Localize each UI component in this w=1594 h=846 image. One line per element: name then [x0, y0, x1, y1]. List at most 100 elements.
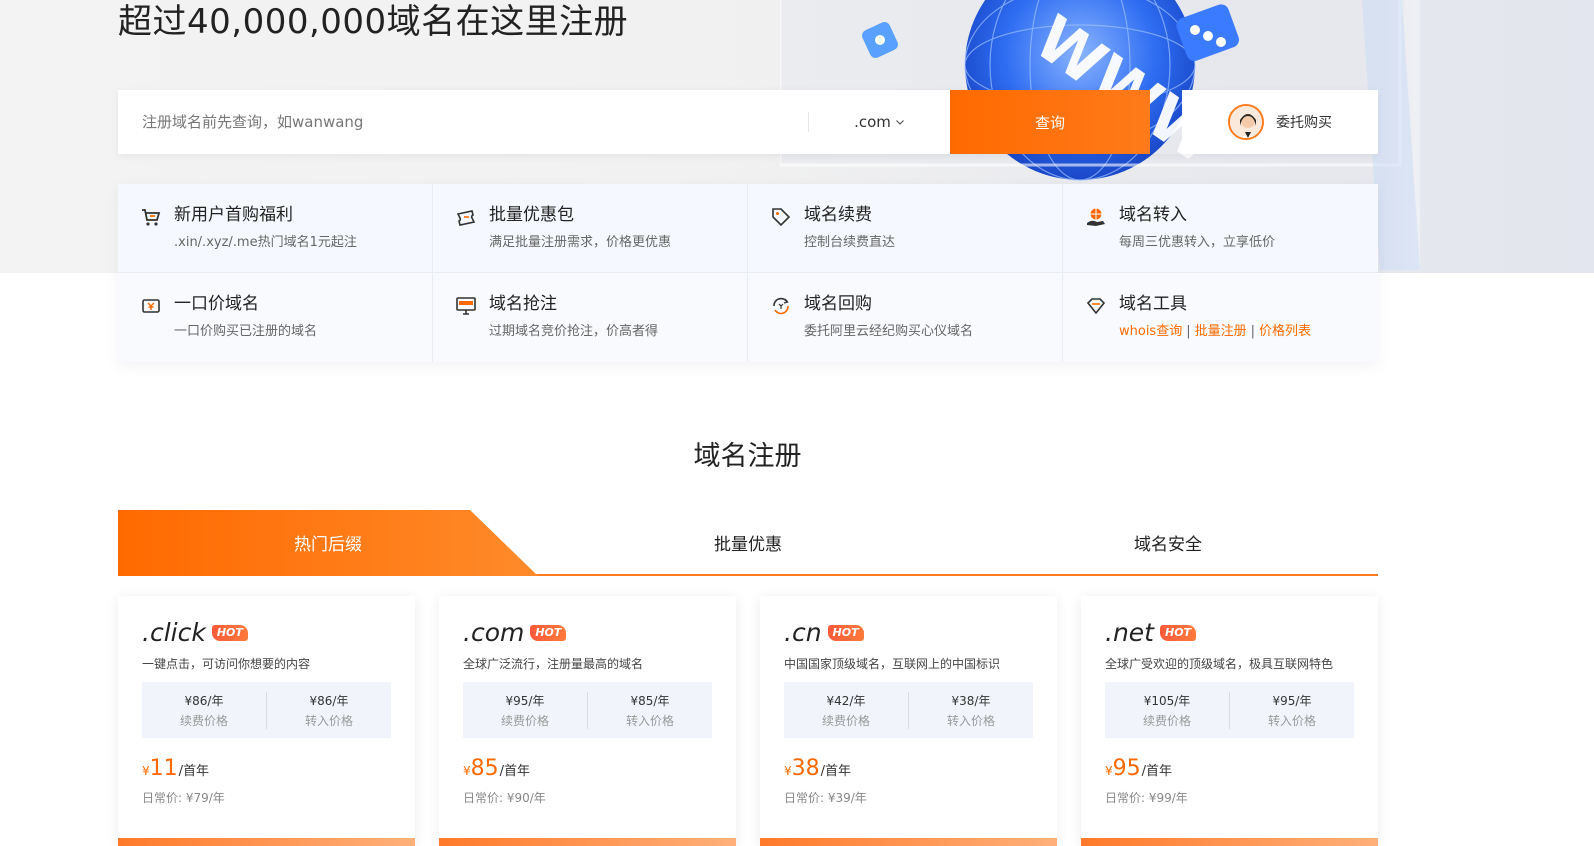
price-box: ¥42/年 续费价格 ¥38/年 转入价格: [784, 682, 1033, 738]
feature-tools: 域名工具 whois查询 | 批量注册 | 价格列表: [1063, 273, 1378, 362]
regular-price: 日常价: ¥79/年: [142, 791, 225, 805]
card-desc: 中国国家顶级域名，互联网上的中国标识: [784, 657, 1001, 671]
currency-symbol: ¥: [142, 764, 150, 778]
yen-ticket-icon: [142, 299, 160, 313]
feature-desc: 过期域名竞价抢注，价高者得: [489, 324, 659, 339]
feature-bulk-package[interactable]: 批量优惠包 满足批量注册需求，价格更优惠: [433, 184, 748, 273]
domain-card-net[interactable]: .net HOT 全球广受欢迎的顶级域名，极具互联网特色 ¥105/年 续费价格 …: [1081, 596, 1378, 846]
feature-title: 新用户首购福利: [174, 205, 293, 225]
price-value: 95: [1112, 756, 1141, 781]
transfer-col: ¥85/年转入价格: [587, 691, 712, 729]
feature-title: 一口价域名: [174, 294, 259, 314]
renew-label: 续费价格: [179, 713, 228, 728]
diamond-icon: [1086, 298, 1106, 315]
feature-title: 批量优惠包: [489, 205, 574, 225]
transfer-price: ¥86/年: [309, 693, 349, 708]
delegate-label: 委托购买: [1276, 115, 1332, 131]
card-buy-bar[interactable]: [118, 838, 415, 846]
price-box: ¥105/年 续费价格 ¥95/年 转入价格: [1105, 682, 1354, 738]
feature-desc: 控制台续费直达: [804, 235, 896, 250]
feature-backorder[interactable]: 域名抢注 过期域名竞价抢注，价高者得: [433, 273, 748, 362]
domain-card-cn[interactable]: .cn HOT 中国国家顶级域名，互联网上的中国标识 ¥42/年 续费价格 ¥38…: [760, 596, 1057, 846]
currency-symbol: ¥: [463, 764, 471, 778]
card-name-row: .net HOT: [1105, 618, 1354, 647]
www-monitor-icon: [456, 297, 476, 315]
feature-desc: 每周三优惠转入，立享低价: [1119, 235, 1276, 250]
feature-transfer[interactable]: 域名转入 每周三优惠转入，立享低价: [1063, 184, 1378, 273]
card-suffix: .net: [1105, 618, 1154, 647]
tab-domain-security[interactable]: 域名安全: [958, 510, 1378, 574]
search-button[interactable]: 查询: [950, 90, 1150, 154]
renew-col: ¥86/年续费价格: [142, 692, 266, 729]
card-desc: 一键点击，可访问你想要的内容: [142, 657, 311, 671]
delegate-purchase-button[interactable]: 委托购买: [1182, 90, 1378, 154]
suffix-wrapper: .com: [808, 90, 950, 154]
hero-title: 超过40,000,000域名在这里注册: [118, 2, 629, 42]
tool-links: whois查询 | 批量注册 | 价格列表: [1119, 323, 1378, 341]
hot-badge: HOT: [827, 624, 864, 641]
domain-card-list: .click HOT 一键点击，可访问你想要的内容 ¥86/年续费价格 ¥86/…: [118, 596, 1378, 846]
feature-buyback[interactable]: 域名回购 委托阿里云经纪购买心仪域名: [748, 273, 1063, 362]
first-year-price: ¥85/首年: [463, 756, 712, 781]
tab-hot-suffix[interactable]: 热门后缀: [118, 510, 538, 574]
cart-icon: [142, 209, 161, 226]
transfer-col: ¥38/年 转入价格: [908, 691, 1033, 729]
renew-price: ¥95/年: [505, 693, 545, 708]
suffix-dropdown[interactable]: .com: [808, 112, 950, 132]
bulk-register-link[interactable]: 批量注册: [1195, 324, 1247, 339]
feature-new-user[interactable]: 新用户首购福利 .xin/.xyz/.me热门域名1元起注: [118, 184, 433, 273]
link-separator: |: [1186, 324, 1191, 339]
feature-desc: 满足批量注册需求，价格更优惠: [489, 235, 672, 250]
regular-price: 日常价: ¥39/年: [784, 791, 867, 805]
transfer-label: 转入价格: [625, 713, 674, 728]
search-input-wrapper: [118, 90, 808, 154]
price-value: 85: [470, 756, 499, 781]
renew-label: 续费价格: [1142, 713, 1191, 728]
transfer-price: ¥95/年: [1272, 693, 1312, 708]
card-buy-bar[interactable]: [439, 838, 736, 846]
refresh-yen-icon: [773, 297, 789, 315]
card-name-row: .click HOT: [142, 618, 391, 647]
tab-bar: 热门后缀 批量优惠 域名安全: [118, 510, 1378, 576]
renew-price: ¥105/年: [1143, 693, 1191, 708]
feature-renewal[interactable]: 域名续费 控制台续费直达: [748, 184, 1063, 273]
link-separator: |: [1250, 324, 1256, 339]
card-buy-bar[interactable]: [1081, 838, 1378, 846]
domain-card-click[interactable]: .click HOT 一键点击，可访问你想要的内容 ¥86/年续费价格 ¥86/…: [118, 596, 415, 846]
price-value: 11: [149, 756, 178, 781]
card-desc: 全球广泛流行，注册量最高的域名: [463, 657, 644, 671]
card-suffix: .cn: [784, 618, 822, 647]
feature-desc: 一口价购买已注册的域名: [174, 324, 318, 339]
feature-title: 域名回购: [804, 294, 872, 314]
tab-bulk-discount[interactable]: 批量优惠: [538, 510, 958, 574]
suffix-value: .com: [854, 113, 891, 131]
price-list-link[interactable]: 价格列表: [1259, 324, 1311, 339]
domain-card-com[interactable]: .com HOT 全球广泛流行，注册量最高的域名 ¥95/年 续费价格 ¥85/年…: [439, 596, 736, 846]
hot-badge: HOT: [211, 624, 248, 641]
price-box: ¥86/年 续费价格 ¥86/年 转入价格: [142, 682, 391, 738]
transfer-price: ¥85/年: [630, 693, 670, 708]
currency-symbol: ¥: [784, 764, 792, 778]
feature-title: 域名续费: [804, 205, 872, 225]
domain-search-input[interactable]: [142, 113, 808, 131]
feature-fixed-price[interactable]: 一口价域名 一口价购买已注册的域名: [118, 273, 433, 362]
renew-col: ¥105/年 续费价格: [1105, 692, 1229, 729]
domain-search-bar: .com 查询 委托购买: [118, 90, 1378, 154]
card-desc: 全球广受欢迎的顶级域名，极具互联网特色: [1105, 657, 1334, 671]
price-value: 38: [791, 756, 820, 781]
renew-price: ¥86/年: [184, 693, 224, 708]
price-box: ¥95/年 续费价格 ¥85/年 转入价格: [463, 682, 712, 738]
whois-link[interactable]: whois查询: [1119, 324, 1182, 339]
feature-desc: 委托阿里云经纪购买心仪域名: [804, 324, 974, 339]
agent-avatar: [1228, 104, 1264, 140]
transfer-label: 转入价格: [946, 713, 995, 728]
price-unit: /首年: [1141, 764, 1173, 779]
price-unit: /首年: [178, 764, 210, 779]
card-buy-bar[interactable]: [760, 838, 1057, 846]
renew-price: ¥42/年: [826, 693, 866, 708]
card-name-row: .cn HOT: [784, 618, 1033, 647]
transfer-col: ¥95/年 转入价格: [1229, 691, 1354, 729]
ticket-icon: [456, 210, 476, 226]
price-unit: /首年: [820, 764, 852, 779]
